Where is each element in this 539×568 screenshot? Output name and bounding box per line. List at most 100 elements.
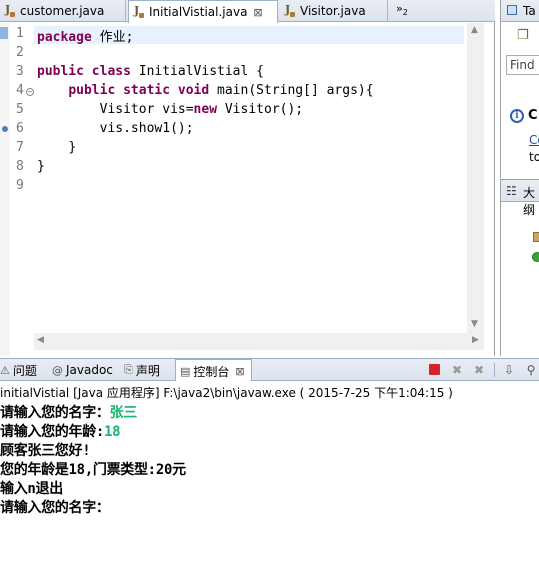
vertical-scrollbar[interactable]: ▲ ▼ — [467, 23, 484, 333]
remove-all-launches-button[interactable]: ✖ — [472, 363, 486, 377]
chevron-double-right-icon: » — [396, 2, 403, 15]
line-number: 3 — [16, 64, 24, 79]
tab-label: 控制台 — [193, 364, 230, 379]
line-number: 9 — [16, 178, 24, 193]
line-number: 4 — [16, 83, 24, 98]
code-keyword: package — [37, 30, 92, 45]
scroll-left-icon[interactable]: ◀ — [37, 335, 44, 345]
scroll-up-icon[interactable]: ▲ — [471, 25, 478, 35]
code-text-segment: } — [68, 140, 77, 155]
outline-icon: ☷ — [506, 184, 517, 198]
code-text-segment: 作业; — [91, 30, 134, 45]
connect-text: to — [529, 150, 539, 164]
console-line: 顾客张三您好! — [0, 440, 91, 460]
editor-area[interactable]: customer.java InitialVistial.java ⊠ Visi… — [0, 0, 495, 356]
fold-collapse-icon[interactable]: − — [26, 88, 34, 96]
tab-problems[interactable]: ⚠ 问题 — [0, 359, 37, 381]
pin-console-button[interactable]: ⚲ — [524, 363, 538, 377]
editor-tab-bar: customer.java InitialVistial.java ⊠ Visi… — [0, 0, 495, 23]
outline-title: 大纲 — [523, 186, 536, 217]
connect-link[interactable]: Co — [529, 133, 539, 147]
outline-panel: ☷ 大纲 — [500, 179, 539, 356]
toolbar-divider — [494, 363, 495, 377]
close-tab-icon[interactable]: ⊠ — [235, 365, 244, 378]
scroll-down-icon[interactable]: ▼ — [471, 319, 478, 329]
class-icon[interactable] — [532, 252, 539, 262]
task-list-panel: Ta ❐ i C Co to — [500, 0, 539, 178]
tab-declaration[interactable]: ⎘ 声明 — [124, 359, 160, 381]
find-input[interactable]: Find — [506, 55, 539, 75]
line-number: 1 — [16, 26, 24, 41]
tab-console[interactable]: ▤ 控制台 ⊠ — [175, 359, 252, 382]
code-line: public static void main(String[] args){ — [37, 83, 374, 98]
console-line: 您的年龄是18,门票类型:20元 — [0, 459, 186, 479]
tab-initialvistial-java[interactable]: InitialVistial.java ⊠ — [128, 0, 278, 23]
current-line-marker — [0, 27, 8, 39]
javadoc-icon: @ — [52, 363, 63, 377]
java-file-icon — [284, 3, 296, 18]
console-user-input: 18 — [104, 424, 121, 440]
annotation-ruler — [0, 23, 10, 356]
code-line: vis.show1(); — [37, 121, 194, 136]
override-marker-icon — [2, 126, 8, 132]
task-list-icon — [507, 5, 517, 15]
horizontal-scrollbar[interactable]: ◀ ▶ — [34, 333, 484, 350]
console-line: 请输入您的年龄:18 — [0, 421, 121, 441]
task-list-header[interactable]: Ta — [501, 0, 539, 22]
console-output-text: 顾客张三您好! — [0, 443, 91, 459]
overflow-count: 2 — [402, 8, 408, 18]
console-user-input: 张三 — [109, 405, 138, 421]
package-icon[interactable] — [533, 232, 539, 242]
code-line: public class InitialVistial { — [37, 64, 264, 79]
tab-label: 声明 — [135, 363, 160, 378]
console-line: 请输入您的名字： — [0, 497, 110, 517]
code-text-segment: Visitor(); — [217, 102, 304, 117]
scroll-lock-button[interactable]: ⇩ — [502, 363, 516, 377]
declaration-icon: ⎘ — [124, 363, 133, 376]
console-output[interactable]: 请输入您的名字：张三 请输入您的年龄:18 顾客张三您好! 您的年龄是18,门票类型:… — [0, 402, 539, 568]
code-line: package 作业; — [37, 26, 133, 45]
code-keyword: public class — [37, 64, 131, 79]
console-output-text: 请输入您的名字： — [0, 500, 110, 516]
line-number: 2 — [16, 45, 24, 60]
scroll-right-icon[interactable]: ▶ — [472, 335, 479, 345]
console-line: 输入n退出 — [0, 478, 63, 498]
problems-icon: ⚠ — [0, 363, 10, 377]
java-file-icon — [4, 3, 16, 18]
code-keyword: new — [193, 102, 218, 117]
tab-label: InitialVistial.java — [149, 5, 248, 19]
new-task-icon[interactable]: ❐ — [517, 28, 529, 43]
line-number: 7 — [16, 140, 24, 155]
remove-launch-button[interactable]: ✖ — [450, 363, 464, 377]
console-output-text: 请输入您的年龄: — [0, 424, 105, 440]
info-icon: i — [510, 109, 524, 123]
code-line: } — [37, 140, 76, 155]
code-text-segment: } — [37, 159, 45, 174]
console-output-text: 请输入您的名字： — [0, 405, 110, 421]
console-process-label: initialVistial [Java 应用程序] F:\java2\bin\… — [0, 381, 539, 402]
tab-label: customer.java — [20, 4, 105, 18]
code-text-segment: main(String[] args){ — [209, 83, 374, 98]
close-tab-icon[interactable]: ⊠ — [253, 6, 262, 19]
code-text-segment: Visitor vis= — [99, 102, 194, 117]
line-number-gutter: 1 2 3 4 5 6 7 8 9 — [10, 23, 34, 333]
line-number: 8 — [16, 159, 24, 174]
code-text[interactable]: package 作业; public class InitialVistial {… — [37, 23, 467, 333]
tab-javadoc[interactable]: @ Javadoc — [52, 359, 113, 381]
console-tab-bar: ⚠ 问题 @ Javadoc ⎘ 声明 ▤ 控制台 ⊠ ✖ ✖ ⇩ ⚲ — [0, 358, 539, 382]
code-line: } — [37, 159, 45, 174]
tab-overflow-button[interactable]: »2 — [396, 2, 408, 17]
tab-label: Javadoc — [66, 363, 113, 377]
code-line: Visitor vis=new Visitor(); — [37, 102, 304, 117]
tab-customer-java[interactable]: customer.java — [4, 0, 126, 22]
task-list-title: Ta — [523, 4, 536, 18]
code-keyword: public static void — [68, 83, 210, 98]
console-icon: ▤ — [180, 364, 191, 378]
code-text-segment: vis.show1(); — [99, 121, 194, 136]
console-line: 请输入您的名字：张三 — [0, 402, 137, 422]
tab-label: 问题 — [12, 363, 37, 378]
outline-header[interactable]: ☷ 大纲 — [501, 180, 539, 217]
terminate-button[interactable] — [428, 363, 442, 377]
line-number: 6 — [16, 121, 24, 136]
tab-visitor-java[interactable]: Visitor.java — [284, 0, 388, 22]
